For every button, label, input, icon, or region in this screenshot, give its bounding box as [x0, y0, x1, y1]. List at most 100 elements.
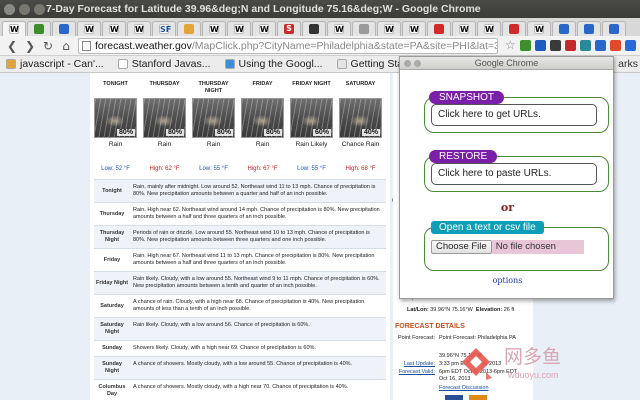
temperature: High: 62 °F [149, 166, 180, 172]
period-text: Rain likely. Cloudy, with a low around 5… [133, 322, 310, 328]
condition-text: Rain [255, 141, 270, 148]
extension-icon[interactable] [625, 40, 636, 51]
browser-tab[interactable]: W [477, 21, 501, 36]
tab-favicon-icon: W [484, 24, 494, 34]
rain-icon: 80% [192, 98, 235, 138]
browser-tab[interactable] [177, 21, 201, 36]
restore-label: RESTORE [429, 150, 498, 163]
watermark-brand: 网多鱼 [504, 346, 562, 368]
bookmark-star-icon[interactable]: ☆ [505, 38, 516, 52]
tab-favicon-icon [309, 24, 319, 34]
tab-favicon-icon [434, 24, 444, 34]
lat-lon-label: Lat/Lon: [407, 307, 429, 313]
browser-tab[interactable]: S [277, 21, 301, 36]
tab-favicon-icon: W [84, 24, 94, 34]
tab-favicon-icon [34, 24, 44, 34]
file-input[interactable]: Choose File No file chosen [431, 240, 584, 254]
browser-tab[interactable]: W [452, 21, 476, 36]
bookmark-item[interactable]: javascript - Can'... [6, 58, 104, 70]
period-name: THURSDAY NIGHT [198, 81, 229, 94]
extension-icon[interactable] [595, 40, 606, 51]
precip-chance: 40% [361, 129, 380, 136]
browser-tab[interactable] [302, 21, 326, 36]
period-label: Saturday Night [100, 322, 124, 335]
table-row: Sunday Showers likely. Cloudy, with a hig… [94, 340, 386, 356]
url-host: forecast.weather.gov [95, 40, 192, 52]
browser-tab[interactable] [552, 21, 576, 36]
window-close-button[interactable] [4, 4, 15, 15]
reload-button[interactable]: ↻ [40, 38, 56, 54]
address-bar[interactable]: forecast.weather.gov/MapClick.php?CityNa… [78, 38, 498, 54]
snapshot-box: SNAPSHOT Click here to get URLs. [424, 91, 609, 133]
forward-button[interactable]: ❯ [22, 38, 38, 54]
browser-tab[interactable]: W [527, 21, 551, 36]
browser-tab[interactable] [352, 21, 376, 36]
window-maximize-button[interactable] [34, 4, 45, 15]
other-bookmarks[interactable]: arks [618, 58, 638, 70]
period-name: THURSDAY [149, 81, 180, 87]
watermark-site: wduoyu.com [508, 370, 559, 380]
browser-tab[interactable]: W [127, 21, 151, 36]
browser-tab[interactable]: SF [152, 21, 176, 36]
browser-tab[interactable] [502, 21, 526, 36]
period-text: A chance of showers. Mostly cloudy, with… [133, 361, 353, 367]
paste-urls-button[interactable]: Click here to paste URLs. [431, 163, 597, 185]
extension-icon[interactable] [535, 40, 546, 51]
forecast-period: THURSDAY NIGHT 80% Rain Low: 55 °F [190, 81, 237, 173]
browser-tab[interactable] [602, 21, 626, 36]
browser-tab[interactable] [52, 21, 76, 36]
browser-tab[interactable]: W [252, 21, 276, 36]
popup-minimize-button[interactable] [414, 60, 421, 67]
popup-close-button[interactable] [404, 60, 411, 67]
bookmark-favicon-icon [6, 59, 16, 69]
period-label: Saturday [100, 302, 124, 309]
precip-chance: 80% [214, 129, 233, 136]
tab-favicon-icon: S [284, 24, 294, 34]
browser-tab[interactable] [577, 21, 601, 36]
tab-favicon-icon: W [409, 24, 419, 34]
tab-favicon-icon: SF [159, 24, 172, 34]
extension-icon[interactable] [550, 40, 561, 51]
popup-window-controls [404, 60, 421, 67]
table-row: Friday Night Rain likely. Cloudy, with a … [94, 271, 386, 294]
precip-chance: 60% [312, 129, 331, 136]
bookmark-item[interactable]: Using the Googl... [224, 58, 323, 70]
options-link[interactable]: options [400, 276, 615, 285]
extension-icon[interactable] [520, 40, 531, 51]
period-label: Thursday [99, 210, 125, 217]
extension-icon[interactable] [565, 40, 576, 51]
forecast-valid-link[interactable]: Forecast Valid: [395, 369, 435, 376]
period-label: Tonight [102, 187, 122, 194]
browser-tab[interactable]: W [77, 21, 101, 36]
table-row: Thursday Night Periods of rain or drizzle… [94, 225, 386, 248]
browser-tab[interactable]: W [327, 21, 351, 36]
browser-tab[interactable]: W [202, 21, 226, 36]
period-name: SATURDAY [345, 81, 376, 87]
tab-favicon-icon [509, 24, 519, 34]
tab-favicon-icon [359, 24, 369, 34]
tab-favicon-icon [59, 24, 69, 34]
last-update-link[interactable]: Last Update: [395, 361, 435, 368]
get-urls-button[interactable]: Click here to get URLs. [431, 104, 597, 126]
browser-tab[interactable]: W [377, 21, 401, 36]
browser-tab[interactable] [27, 21, 51, 36]
browser-tab[interactable]: W [227, 21, 251, 36]
browser-tab[interactable] [427, 21, 451, 36]
bookmark-item[interactable]: Stanford Javas... [117, 58, 211, 70]
period-name: FRIDAY NIGHT [292, 81, 331, 87]
period-label: Sunday [102, 345, 122, 351]
browser-tab[interactable]: W [402, 21, 426, 36]
back-button[interactable]: ❮ [4, 38, 20, 54]
choose-file-button[interactable]: Choose File [431, 240, 492, 254]
extension-icon[interactable] [610, 40, 621, 51]
tab-favicon-icon: W [234, 24, 244, 34]
browser-tab[interactable]: W [102, 21, 126, 36]
window-minimize-button[interactable] [19, 4, 30, 15]
tab-strip: W W W W SF W W W S W W W W W W [0, 18, 640, 36]
no-file-chosen-text: No file chosen [491, 240, 584, 254]
lat-lon-line: Lat/Lon: 39.96°N 75.16°W Elevation: 26 f… [407, 307, 514, 313]
browser-tab[interactable]: W [2, 21, 26, 36]
rain-icon: 60% [290, 98, 333, 138]
home-button[interactable]: ⌂ [58, 38, 74, 54]
extension-icon[interactable] [580, 40, 591, 51]
